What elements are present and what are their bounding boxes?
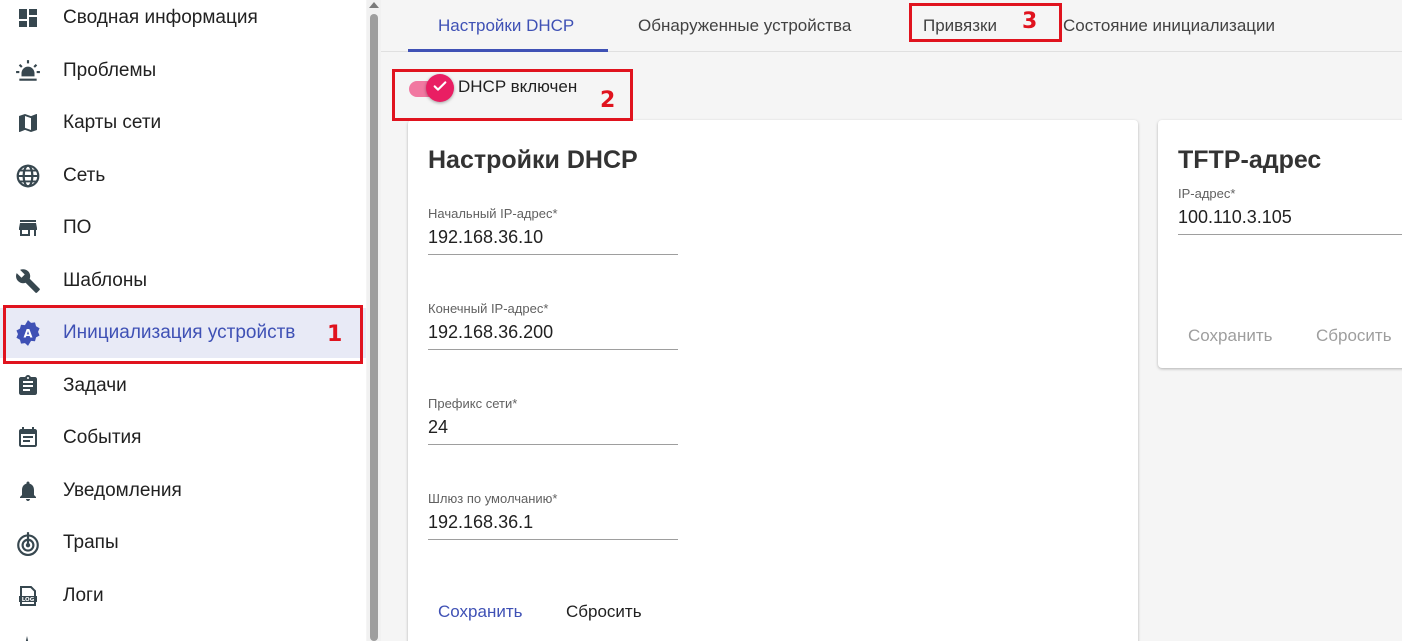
wrench-icon: [14, 267, 42, 295]
tftp-ip-input[interactable]: 100.110.3.105: [1178, 207, 1402, 235]
scroll-up-arrow-icon[interactable]: [369, 2, 379, 8]
sidebar-item-label: Логи: [63, 585, 104, 606]
network-prefix-input[interactable]: 24: [428, 417, 678, 445]
annotation-number-2: 2: [600, 88, 616, 113]
dhcp-reset-button[interactable]: Сбросить: [566, 602, 642, 622]
sidebar-item-software[interactable]: ПО: [0, 203, 366, 253]
active-tab-indicator: [408, 49, 608, 52]
start-ip-field[interactable]: Начальный IP-адрес* 192.168.36.10: [428, 206, 678, 255]
dhcp-card-title: Настройки DHCP: [428, 146, 638, 174]
svg-text:LOG: LOG: [22, 597, 35, 603]
tftp-ip-field[interactable]: IP-адрес* 100.110.3.105: [1178, 186, 1402, 235]
sidebar-item-tasks[interactable]: Задачи: [0, 361, 366, 411]
sidebar-item-label: Сводная информация: [63, 7, 258, 28]
sidebar-item-notifications[interactable]: Уведомления: [0, 466, 366, 516]
map-icon: [14, 109, 42, 137]
dashboard-icon: [14, 4, 42, 32]
tftp-card-title: TFTP-адрес: [1178, 146, 1322, 174]
sidebar-item-label: ПО: [63, 217, 92, 238]
sidebar-item-problems[interactable]: Проблемы: [0, 46, 366, 96]
tftp-address-card: TFTP-адрес IP-адрес* 100.110.3.105 Сохра…: [1158, 120, 1402, 368]
default-gateway-label: Шлюз по умолчанию*: [428, 491, 558, 506]
alarm-light-icon: [14, 57, 42, 85]
tftp-save-button[interactable]: Сохранить: [1188, 326, 1272, 346]
sidebar-scrollbar[interactable]: [367, 0, 381, 641]
network-prefix-label: Префикс сети*: [428, 396, 518, 411]
sidebar-item-label: Трапы: [63, 532, 119, 553]
globe-icon: [14, 162, 42, 190]
end-ip-field[interactable]: Конечный IP-адрес* 192.168.36.200: [428, 301, 678, 350]
annotation-box-3: [909, 3, 1062, 42]
sidebar-item-traps[interactable]: Трапы: [0, 518, 366, 568]
sidebar-item-label: Задачи: [63, 375, 127, 396]
annotation-box-1: [3, 305, 363, 364]
tftp-ip-label: IP-адрес*: [1178, 186, 1236, 201]
start-ip-label: Начальный IP-адрес*: [428, 206, 558, 221]
sidebar-item-logs[interactable]: LOG Логи: [0, 571, 366, 621]
annotation-number-3: 3: [1022, 9, 1038, 34]
tab-discovered-devices[interactable]: Обнаруженные устройства: [638, 0, 851, 52]
sidebar-item-label: Проблемы: [63, 60, 157, 81]
clipboard-icon: [14, 372, 42, 400]
scrollbar-thumb[interactable]: [370, 14, 378, 641]
tab-label: Обнаруженные устройства: [638, 16, 852, 35]
dhcp-save-button[interactable]: Сохранить: [438, 602, 522, 622]
sidebar-item-label: События: [63, 427, 142, 448]
network-prefix-field[interactable]: Префикс сети* 24: [428, 396, 678, 445]
sidebar-item-label: Карты сети: [63, 112, 162, 133]
store-icon: [14, 214, 42, 242]
sidebar-item-templates[interactable]: Шаблоны: [0, 256, 366, 306]
log-file-icon: LOG: [14, 582, 42, 610]
sidebar-item-label: Сеть: [63, 165, 106, 186]
sidebar-item-network-maps[interactable]: Карты сети: [0, 98, 366, 148]
tab-label: Состояние инициализации: [1063, 16, 1276, 35]
tab-dhcp-settings[interactable]: Настройки DHCP: [438, 0, 574, 52]
sidebar-item-label: Уведомления: [63, 480, 182, 501]
partial-next-icon: [20, 632, 34, 641]
start-ip-input[interactable]: 192.168.36.10: [428, 227, 678, 255]
trap-signal-icon: [14, 529, 42, 557]
sidebar-item-network[interactable]: Сеть: [0, 151, 366, 201]
sidebar-item-label: Шаблоны: [63, 270, 148, 291]
dhcp-settings-card: Настройки DHCP Начальный IP-адрес* 192.1…: [408, 120, 1138, 641]
annotation-number-1: 1: [327, 322, 343, 347]
tftp-reset-button[interactable]: Сбросить: [1316, 326, 1392, 346]
bell-icon: [14, 477, 42, 505]
end-ip-input[interactable]: 192.168.36.200: [428, 322, 678, 350]
tab-label: Настройки DHCP: [438, 16, 575, 35]
annotation-box-2: [392, 69, 633, 121]
app-root: Сводная информация Проблемы Карты сети С…: [0, 0, 1402, 641]
default-gateway-field[interactable]: Шлюз по умолчанию* 192.168.36.1: [428, 491, 678, 540]
sidebar-item-summary[interactable]: Сводная информация: [0, 0, 366, 43]
default-gateway-input[interactable]: 192.168.36.1: [428, 512, 678, 540]
tab-init-status[interactable]: Состояние инициализации: [1063, 0, 1275, 52]
end-ip-label: Конечный IP-адрес*: [428, 301, 549, 316]
calendar-icon: [14, 424, 42, 452]
sidebar-item-events[interactable]: События: [0, 413, 366, 463]
